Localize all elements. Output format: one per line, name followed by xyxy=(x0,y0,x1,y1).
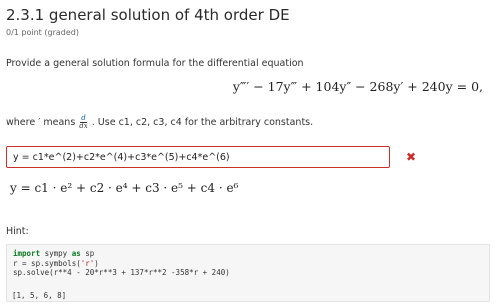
hint-code-block: import sympy as sp r = sp.symbols('r') s… xyxy=(6,244,490,302)
question-title: 2.3.1 general solution of 4th order DE xyxy=(6,6,290,24)
where-prefix: where ′ means xyxy=(6,117,76,128)
derivative-fraction: d dx xyxy=(79,115,87,130)
differential-equation: y‴′ − 17y‴ + 104y″ − 268y′ + 240y = 0, xyxy=(232,79,483,94)
code-line1-end: sp xyxy=(80,249,95,258)
code-line2-b: ) xyxy=(94,258,99,268)
hint-output: [1, 5, 6, 8] xyxy=(12,291,67,300)
code-line3: sp.solve(r**4 - 20*r**3 + 137*r**2 -358*… xyxy=(13,268,230,277)
incorrect-icon: ✖ xyxy=(406,150,417,164)
code-line2-string: 'r' xyxy=(80,258,95,268)
answer-input[interactable]: y = c1*e^(2)+c2*e^(4)+c3*e^(5)+c4*e^(6) xyxy=(6,146,390,168)
points-label: 0/1 point (graded) xyxy=(6,28,79,37)
prime-definition: where ′ means d dx . Use c1, c2, c3, c4 … xyxy=(6,115,313,130)
code-line2-a: r = sp.symbols( xyxy=(13,258,81,268)
answer-preview: y = c1 · e² + c2 · e⁴ + c3 · e⁵ + c4 · e… xyxy=(10,181,239,195)
where-suffix: . Use c1, c2, c3, c4 for the arbitrary c… xyxy=(91,117,314,128)
code-keyword-as: as xyxy=(71,249,81,258)
question-prompt: Provide a general solution formula for t… xyxy=(6,58,304,69)
code-line1-mid: sympy xyxy=(40,249,72,258)
code-keyword-import: import xyxy=(13,249,41,258)
fraction-denominator: dx xyxy=(79,122,88,130)
hint-label: Hint: xyxy=(6,226,29,237)
